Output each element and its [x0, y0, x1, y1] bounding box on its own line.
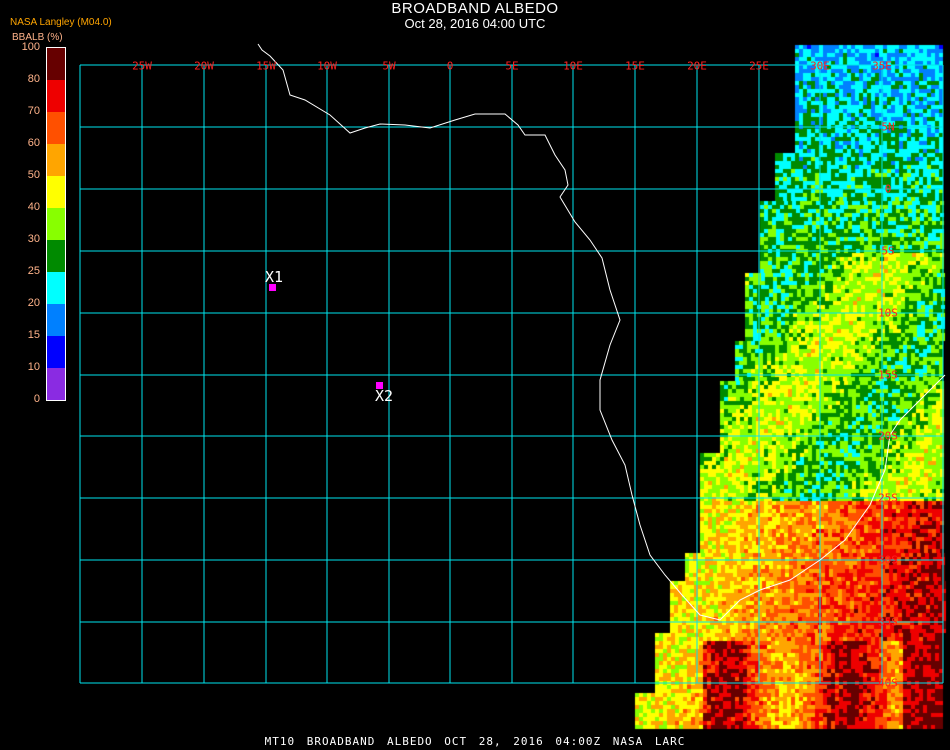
- colorbar-tick-label: 50: [27, 169, 40, 181]
- colorbar-segment: [47, 336, 65, 368]
- marker-x1-label: X1: [265, 268, 284, 286]
- marker-x2-label: X2: [375, 387, 394, 405]
- colorbar-tick-label: 0: [33, 393, 40, 405]
- colorbar-tick-label: 60: [27, 137, 40, 149]
- footer-caption: MT10 BROADBAND ALBEDO OCT 28, 2016 04:00…: [264, 735, 686, 748]
- longitude-label: 5W: [382, 59, 396, 73]
- latitude-label: 5N: [881, 120, 895, 134]
- colorbar-segment: [47, 144, 65, 176]
- latitude-label: 20S: [878, 429, 898, 443]
- longitude-label: 25W: [132, 59, 152, 73]
- longitude-label: 25E: [749, 59, 769, 73]
- longitude-label: 0: [446, 59, 454, 73]
- map-timestamp: Oct 28, 2016 04:00 UTC: [404, 16, 546, 31]
- colorbar-tick-label: 40: [27, 201, 40, 213]
- map-title: BROADBAND ALBEDO: [391, 0, 559, 17]
- longitude-label: 10W: [317, 59, 337, 73]
- longitude-label: 10E: [563, 59, 583, 73]
- colorbar-tick-label: 25: [27, 265, 40, 277]
- colorbar-segment: [47, 208, 65, 240]
- latitude-label: 30S: [878, 553, 898, 567]
- colorbar-tick-label: 30: [27, 233, 40, 245]
- latitude-label: 25S: [878, 491, 898, 505]
- longitude-label: 20E: [687, 59, 707, 73]
- colorbar-segment: [47, 48, 65, 80]
- colorbar-segment: [47, 272, 65, 304]
- latitude-label: 5S: [881, 244, 895, 258]
- colorbar-tick-label: 10: [27, 361, 40, 373]
- colorbar-segment: [47, 368, 65, 400]
- longitude-label: 15W: [256, 59, 276, 73]
- colorbar-tick-label: 70: [27, 105, 40, 117]
- colorbar-segment: [47, 176, 65, 208]
- colorbar-segment: [47, 304, 65, 336]
- latitude-label: 15S: [878, 368, 898, 382]
- colorbar-tick-label: 100: [21, 41, 40, 53]
- longitude-label: 30E: [810, 59, 830, 73]
- colorbar-segment: [47, 112, 65, 144]
- colorbar-tick-label: 20: [27, 297, 40, 309]
- longitude-label: 35E: [872, 59, 892, 73]
- latitude-label: 40S: [878, 676, 898, 690]
- coastline: [257, 43, 946, 621]
- colorbar-segment: [47, 80, 65, 112]
- map-overlay: [79, 43, 946, 684]
- longitude-label: 20W: [194, 59, 214, 73]
- longitude-label: 5E: [505, 59, 519, 73]
- latitude-label: 35S: [878, 615, 898, 629]
- source-label: NASA Langley (M04.0): [10, 17, 112, 28]
- latitude-label: 10S: [878, 306, 898, 320]
- colorbar: [46, 47, 66, 401]
- colorbar-tick-label: 15: [27, 329, 40, 341]
- longitude-label: 15E: [625, 59, 645, 73]
- colorbar-tick-label: 80: [27, 73, 40, 85]
- colorbar-segment: [47, 240, 65, 272]
- latitude-label: 0: [884, 182, 892, 196]
